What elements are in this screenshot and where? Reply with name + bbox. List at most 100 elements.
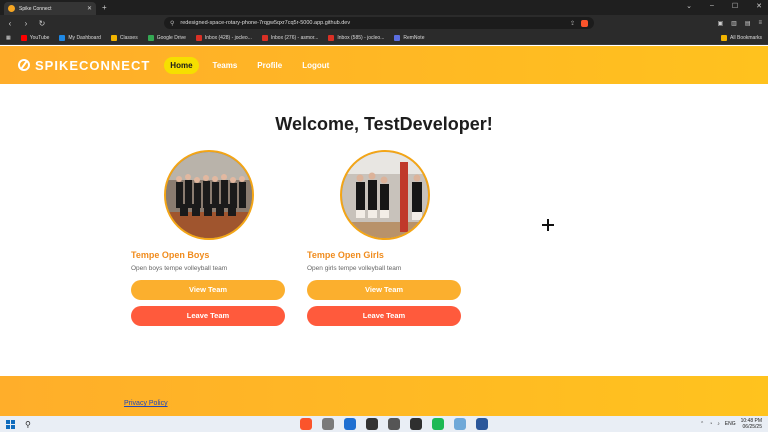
gmail-icon <box>195 34 202 41</box>
bookmark-label: RemNote <box>403 34 425 41</box>
spotify-icon[interactable] <box>432 418 444 430</box>
welcome-heading: Welcome, TestDeveloper! <box>275 114 493 134</box>
tab-title: Spike Connect <box>19 5 52 12</box>
file-explorer-icon[interactable] <box>322 418 334 430</box>
os-taskbar: ⚲ ⌃ ◔ ♪ ENG 10:48 PM 06/25/25 <box>0 416 768 432</box>
view-team-button[interactable]: View Team <box>307 280 461 300</box>
team-description: Open boys tempe volleyball team <box>131 265 228 272</box>
wifi-icon[interactable]: ◔ <box>709 421 712 427</box>
apps-icon[interactable]: ▦ <box>6 35 11 41</box>
browser-toolbar: ‹ › ↻ ⚲ redesigned-space-rotary-phone-7r… <box>0 15 768 31</box>
bookmark-item[interactable]: Google Drive <box>147 34 186 41</box>
volleyball-icon <box>18 59 30 71</box>
team-photo <box>340 150 430 240</box>
window-controls: ⌄ – ☐ ✕ <box>686 2 762 10</box>
taskbar-apps <box>300 418 488 430</box>
brave-shield-icon[interactable] <box>581 19 588 27</box>
gmail-icon <box>261 34 268 41</box>
brand-logo[interactable]: SPIKECONNECT <box>18 58 150 73</box>
clock-date: 06/25/25 <box>742 424 762 430</box>
wallet-icon[interactable]: ▤ <box>745 20 751 27</box>
bookmark-label: Inbox (585) - jocleo... <box>337 34 385 41</box>
bookmark-item[interactable]: My Dashboard <box>59 34 101 41</box>
address-bar[interactable]: ⚲ redesigned-space-rotary-phone-7rqgw5qx… <box>164 17 594 29</box>
team-photo-image <box>166 152 252 238</box>
clock[interactable]: 10:48 PM 06/25/25 <box>741 418 762 430</box>
bookmark-label: Google Drive <box>156 34 186 41</box>
bookmark-item[interactable]: YouTube <box>20 34 50 41</box>
new-tab-icon[interactable]: + <box>102 3 107 12</box>
bookmarks-bar: ▦ YouTube My Dashboard Classes Google Dr… <box>0 31 768 45</box>
nav-home[interactable]: Home <box>164 56 199 74</box>
volume-icon[interactable]: ♪ <box>717 421 720 427</box>
brand-name: SPIKECONNECT <box>35 57 151 73</box>
team-photo-image <box>342 152 428 238</box>
site-header: SPIKECONNECT Home Teams Profile Logout <box>0 46 768 84</box>
bookmark-item[interactable]: Inbox (276) - asmor... <box>261 34 319 41</box>
reload-icon[interactable]: ↻ <box>38 19 46 28</box>
brave-browser-icon[interactable] <box>300 418 312 430</box>
extensions-icon[interactable]: ▣ <box>717 20 723 27</box>
site-info-icon[interactable]: ⚲ <box>170 20 174 27</box>
back-icon[interactable]: ‹ <box>6 19 14 28</box>
nav-logout[interactable]: Logout <box>296 57 335 74</box>
tab-favicon-icon <box>8 5 15 12</box>
forward-icon[interactable]: › <box>22 19 30 28</box>
zoom-icon[interactable] <box>344 418 356 430</box>
nvidia-icon[interactable] <box>410 418 422 430</box>
search-icon[interactable]: ⚲ <box>25 420 31 429</box>
leave-team-button[interactable]: Leave Team <box>307 306 461 326</box>
word-icon[interactable] <box>476 418 488 430</box>
nav-profile[interactable]: Profile <box>251 57 288 74</box>
bookmark-item[interactable]: Inbox (428) - jocleo... <box>195 34 252 41</box>
main-nav: Home Teams Profile Logout <box>164 56 335 74</box>
share-icon[interactable]: ⇪ <box>570 20 575 27</box>
drive-icon <box>147 34 154 41</box>
menu-icon[interactable]: ≡ <box>758 20 762 27</box>
language-indicator[interactable]: ENG <box>725 421 736 427</box>
chevron-down-icon[interactable]: ⌄ <box>686 2 692 10</box>
bookmark-item[interactable]: Inbox (585) - jocleo... <box>328 34 385 41</box>
clock-icon[interactable] <box>388 418 400 430</box>
team-name: Tempe Open Boys <box>131 250 210 260</box>
site-footer: Privacy Policy <box>0 376 768 416</box>
main-content: Welcome, TestDeveloper! Tempe Open Boys … <box>0 84 768 376</box>
team-card: Tempe Open Girls Open girls tempe volley… <box>307 150 463 326</box>
team-name: Tempe Open Girls <box>307 250 384 260</box>
minimize-icon[interactable]: – <box>710 2 714 10</box>
team-description: Open girls tempe volleyball team <box>307 265 402 272</box>
url-text[interactable]: redesigned-space-rotary-phone-7rqgw5qxr7… <box>180 20 564 26</box>
bookmark-item[interactable]: RemNote <box>394 34 425 41</box>
close-tab-icon[interactable]: ✕ <box>87 5 92 12</box>
remnote-icon <box>394 34 401 41</box>
system-tray: ⌃ ◔ ♪ ENG 10:48 PM 06/25/25 <box>700 418 762 430</box>
gmail-icon <box>328 34 335 41</box>
browser-tab[interactable]: Spike Connect ✕ <box>4 2 96 15</box>
maximize-icon[interactable]: ☐ <box>732 2 738 10</box>
app-icon[interactable] <box>454 418 466 430</box>
bookmark-label: Inbox (276) - asmor... <box>270 34 319 41</box>
team-card: Tempe Open Boys Open boys tempe volleyba… <box>131 150 287 326</box>
sidebar-icon[interactable]: ▥ <box>731 20 737 27</box>
bookmark-label: Inbox (428) - jocleo... <box>204 34 252 41</box>
youtube-icon <box>20 34 27 41</box>
chevron-up-icon[interactable]: ⌃ <box>700 421 704 427</box>
leave-team-button[interactable]: Leave Team <box>131 306 285 326</box>
bookmark-label: Classes <box>119 34 138 41</box>
windows-start-icon[interactable] <box>6 419 15 429</box>
team-photo <box>164 150 254 240</box>
nav-teams[interactable]: Teams <box>207 57 244 74</box>
close-window-icon[interactable]: ✕ <box>756 2 762 10</box>
folder-icon <box>110 34 117 41</box>
browser-tabbar: Spike Connect ✕ + ⌄ – ☐ ✕ <box>0 0 768 15</box>
bookmark-label: YouTube <box>29 34 50 41</box>
bookmark-item[interactable]: Classes <box>110 34 138 41</box>
view-team-button[interactable]: View Team <box>131 280 285 300</box>
all-bookmarks[interactable]: All Bookmarks <box>721 34 762 41</box>
folder-icon <box>721 34 728 41</box>
dashboard-icon <box>59 34 66 41</box>
cursor-crosshair-icon <box>542 219 554 231</box>
privacy-policy-link[interactable]: Privacy Policy <box>124 400 168 407</box>
terminal-icon[interactable] <box>366 418 378 430</box>
toolbar-right-icons: ▣ ▥ ▤ ≡ <box>717 20 762 27</box>
